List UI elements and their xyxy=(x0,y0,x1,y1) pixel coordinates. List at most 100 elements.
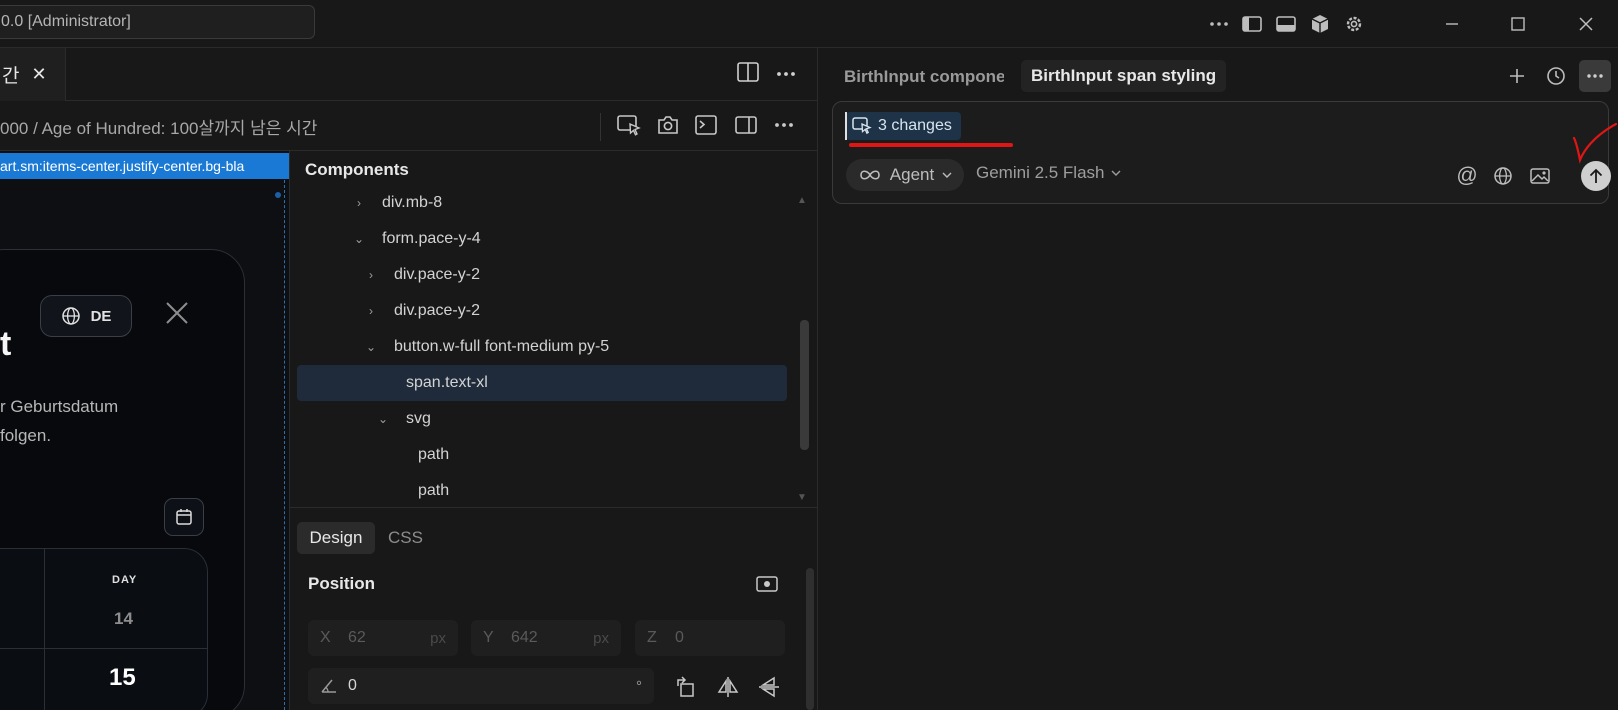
infinity-icon xyxy=(858,169,882,181)
tree-row-label: div.mb-8 xyxy=(382,194,443,211)
tab-css[interactable]: CSS xyxy=(388,522,423,554)
cube-icon[interactable] xyxy=(1306,10,1334,38)
app-title: t xyxy=(0,325,12,363)
select-element-icon[interactable] xyxy=(617,115,641,137)
split-editor-icon[interactable] xyxy=(737,62,759,82)
chevron-down-icon xyxy=(942,172,952,178)
field-value: 62 xyxy=(348,629,366,646)
component-tree: › div.mb-8 ⌄ form.pace-y-4 › div.pace-y-2 › div… xyxy=(350,185,790,509)
tree-row[interactable]: ⌄ svg xyxy=(350,401,790,437)
tree-row-label: span.text-xl xyxy=(406,374,488,391)
more-horizontal-icon[interactable] xyxy=(1205,10,1233,38)
tree-row[interactable]: › div.pace-y-2 xyxy=(350,257,790,293)
position-toggle-icon[interactable] xyxy=(756,575,778,593)
app-description-line: r Geburtsdatum xyxy=(0,397,119,416)
position-x-field[interactable]: X 62 px xyxy=(308,620,458,656)
gear-icon[interactable] xyxy=(1340,10,1368,38)
day-selected[interactable]: 15 xyxy=(109,664,136,692)
tree-row[interactable]: path xyxy=(350,437,790,473)
toggle-panel-icon[interactable] xyxy=(1272,10,1300,38)
selection-handle[interactable] xyxy=(275,192,281,198)
selected-element-selector: art.sm:items-center.justify-center.bg-bl… xyxy=(0,153,289,179)
select-element-icon xyxy=(852,117,872,135)
position-z-field[interactable]: Z 0 xyxy=(635,620,785,656)
toggle-sidebar-icon[interactable] xyxy=(1238,10,1266,38)
field-unit: px xyxy=(430,629,446,647)
mention-icon[interactable]: @ xyxy=(1454,163,1480,189)
editor-tab-strip xyxy=(0,48,817,101)
model-select[interactable]: Gemini 2.5 Flash xyxy=(976,163,1121,183)
side-panel-icon[interactable] xyxy=(735,115,757,135)
chevron-down-icon[interactable]: ⌄ xyxy=(374,412,392,426)
language-button[interactable]: DE xyxy=(40,295,132,337)
tab-more-icon[interactable] xyxy=(776,71,796,77)
history-icon[interactable] xyxy=(1540,60,1572,92)
scroll-up-icon[interactable]: ▲ xyxy=(797,195,807,206)
scroll-down-icon[interactable]: ▼ xyxy=(797,492,807,503)
components-scrollbar[interactable] xyxy=(800,320,809,450)
annotation-check-mark xyxy=(1564,122,1618,168)
rotate-icon[interactable] xyxy=(675,676,697,698)
maximize-icon[interactable] xyxy=(1504,10,1532,38)
tree-row[interactable]: ⌄ button.w-full font-medium py-5 xyxy=(350,329,790,365)
tree-row-label: button.w-full font-medium py-5 xyxy=(394,338,610,355)
close-icon[interactable] xyxy=(164,300,190,326)
design-scrollbar[interactable] xyxy=(806,568,814,710)
app-description: r Geburtsdatum folgen. xyxy=(0,392,118,450)
field-value: 642 xyxy=(511,629,538,646)
chat-tab-birthinput-component[interactable]: BirthInput compone xyxy=(844,62,1004,92)
tab-design[interactable]: Design xyxy=(297,522,375,554)
agent-label: Agent xyxy=(889,165,935,184)
agent-mode-select[interactable]: Agent xyxy=(846,159,964,191)
field-value: 0 xyxy=(348,677,357,694)
chevron-right-icon[interactable]: › xyxy=(350,196,368,210)
components-title: Components xyxy=(305,160,409,179)
field-unit: px xyxy=(593,629,609,647)
annotation-underline xyxy=(849,143,1013,147)
globe-icon xyxy=(61,306,81,326)
chevron-down-icon[interactable]: ⌄ xyxy=(350,232,368,246)
tree-row[interactable]: ⌄ form.pace-y-4 xyxy=(350,221,790,257)
language-label: DE xyxy=(90,307,112,325)
date-picker[interactable] xyxy=(0,548,208,710)
field-label: Z xyxy=(647,629,657,646)
position-section-title: Position xyxy=(308,574,376,593)
tree-row-label: form.pace-y-4 xyxy=(382,230,481,247)
tree-row[interactable]: span.text-xl xyxy=(350,365,790,401)
camera-icon[interactable] xyxy=(657,115,679,135)
close-window-icon[interactable] xyxy=(1572,10,1600,38)
rotation-field[interactable]: 0 ° xyxy=(308,668,654,704)
globe-icon[interactable] xyxy=(1490,163,1516,189)
text-cursor xyxy=(845,112,847,140)
editor-tab-active[interactable]: 간 ✕ xyxy=(0,48,66,101)
tree-row[interactable]: path xyxy=(350,473,790,509)
new-chat-icon[interactable] xyxy=(1501,60,1533,92)
minimize-icon[interactable] xyxy=(1438,10,1466,38)
selection-outline xyxy=(284,180,285,710)
day-option[interactable]: 14 xyxy=(114,609,133,629)
calendar-button[interactable] xyxy=(164,498,204,536)
chat-more-icon[interactable] xyxy=(1579,60,1611,92)
chevron-right-icon[interactable]: › xyxy=(362,268,380,282)
calendar-icon xyxy=(175,508,193,526)
toolbar-more-icon[interactable] xyxy=(774,122,794,128)
flip-horizontal-icon[interactable] xyxy=(717,676,739,698)
changes-label: 3 changes xyxy=(878,117,952,134)
chevron-right-icon[interactable]: › xyxy=(362,304,380,318)
changes-chip[interactable]: 3 changes xyxy=(846,112,961,140)
window-title[interactable]: 0.0 [Administrator] xyxy=(0,5,315,39)
chat-tab-birthinput-span-styling[interactable]: BirthInput span styling xyxy=(1021,60,1227,92)
image-icon[interactable] xyxy=(1527,163,1553,189)
tree-row[interactable]: › div.mb-8 xyxy=(350,185,790,221)
close-tab-icon[interactable]: ✕ xyxy=(31,64,46,85)
position-y-field[interactable]: Y 642 px xyxy=(471,620,621,656)
tree-row-label: path xyxy=(418,482,450,499)
terminal-icon[interactable] xyxy=(695,115,717,135)
tree-row-label: path xyxy=(418,446,450,463)
flip-vertical-icon[interactable] xyxy=(758,676,780,698)
tree-row[interactable]: › div.pace-y-2 xyxy=(350,293,790,329)
tree-row-label: div.pace-y-2 xyxy=(394,266,480,283)
chevron-down-icon[interactable]: ⌄ xyxy=(362,340,380,354)
field-label: Y xyxy=(483,629,494,646)
field-label: X xyxy=(320,629,331,646)
